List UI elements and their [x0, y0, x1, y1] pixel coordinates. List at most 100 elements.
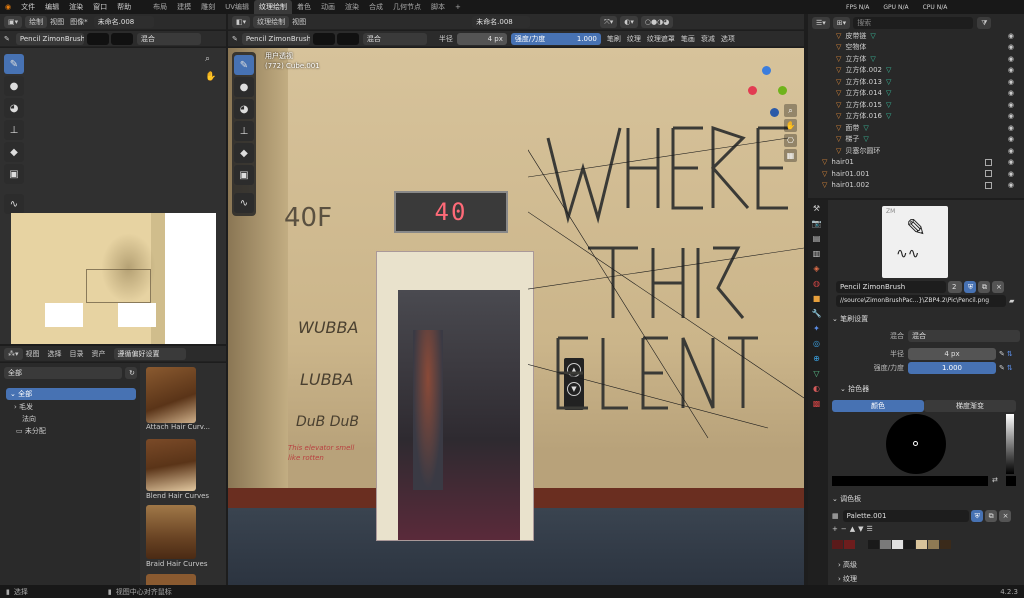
visibility-icon[interactable]: ◉	[1008, 124, 1014, 132]
color-picker-section[interactable]: ⌄ 拾色器	[840, 382, 869, 396]
value-slider[interactable]	[1006, 414, 1014, 474]
viewport-color-swatch-2[interactable]	[336, 32, 359, 45]
palette-add-icon[interactable]: +	[832, 525, 838, 533]
mask-tool-icon[interactable]: ▣	[4, 164, 24, 184]
radius-field[interactable]: 4 px	[908, 348, 996, 360]
menu-falloff[interactable]: 衰减	[701, 34, 715, 44]
brush-image-path[interactable]: //source\ZimonBrushPac...}\ZBP4.2\Pic\Pe…	[836, 295, 1006, 307]
menu-stroke[interactable]: 笔画	[681, 34, 695, 44]
viewport-radius-field[interactable]: 4 px	[456, 32, 507, 45]
radius-unit-icon[interactable]: ⇅	[1007, 350, 1013, 358]
texture-tab-icon[interactable]: ▩	[810, 397, 823, 410]
gizmo-toggle[interactable]: ⤧▾	[600, 15, 618, 28]
scene-tab-icon[interactable]: ◈	[810, 262, 823, 275]
outliner-row[interactable]: ▽ 贝塞尔圆环 ◉	[808, 145, 1024, 157]
visibility-icon[interactable]: ◉	[1008, 43, 1014, 51]
viewport-view-menu[interactable]: 视图	[292, 17, 306, 27]
vp-camera-icon[interactable]: ⎔	[784, 134, 797, 147]
tab-scripting[interactable]: 脚本	[426, 0, 450, 14]
palette-swatch[interactable]	[868, 540, 879, 549]
visibility-icon[interactable]: ◉	[1008, 66, 1014, 74]
menu-edit[interactable]: 编辑	[40, 0, 64, 14]
outliner-row[interactable]: ▽ hair01.001 ◉	[808, 168, 1024, 180]
constraint-tab-icon[interactable]: ⊕	[810, 352, 823, 365]
color-tab[interactable]: 颜色	[832, 400, 924, 412]
menu-options[interactable]: 选项	[721, 34, 735, 44]
palette-fake-user-icon[interactable]: ⛨	[970, 510, 983, 522]
outliner-row[interactable]: ▽ 皮带链 ▽ ◉	[808, 30, 1024, 42]
visibility-icon[interactable]: ◉	[1008, 147, 1014, 155]
outliner-search-field[interactable]: 搜索	[853, 16, 974, 29]
viewport-editor-type-button[interactable]: ◧▾	[232, 15, 251, 28]
brush-users-count[interactable]: 2	[948, 281, 962, 293]
visibility-icon[interactable]: ◉	[1008, 32, 1014, 40]
image-name-field[interactable]: 未命名.008	[93, 15, 154, 28]
visibility-icon[interactable]: ◉	[1008, 101, 1014, 109]
menu-texture-mask[interactable]: 纹理遮罩	[647, 34, 675, 44]
shading-modes[interactable]: ○●◑◕	[640, 15, 674, 28]
viewport-image-name[interactable]: 未命名.008	[472, 15, 531, 28]
menu-help[interactable]: 帮助	[112, 0, 136, 14]
tab-sculpting[interactable]: 雕刻	[196, 0, 220, 14]
palette-swatch[interactable]	[832, 540, 843, 549]
strength-pressure-icon[interactable]: ✎	[999, 364, 1005, 372]
asset-menu-catalog[interactable]: 目录	[70, 349, 84, 359]
tab-modeling[interactable]: 建模	[172, 0, 196, 14]
outliner-row[interactable]: ▽ 面带 ▽ ◉	[808, 122, 1024, 134]
folder-icon[interactable]: ▰	[1009, 297, 1014, 305]
checkbox-icon[interactable]	[985, 158, 992, 166]
tab-texture-paint[interactable]: 纹理绘制	[254, 0, 293, 14]
world-tab-icon[interactable]: ◍	[810, 277, 823, 290]
secondary-color-swatch[interactable]	[1006, 476, 1016, 486]
palette-name-field[interactable]: Palette.001	[842, 510, 969, 522]
brush-selector[interactable]: Pencil ZimonBrush	[15, 32, 84, 45]
outliner-display-mode[interactable]: ⊞▾	[832, 16, 851, 29]
render-tab-icon[interactable]: 📷	[810, 217, 823, 230]
color-swatch-2[interactable]	[110, 32, 133, 45]
asset-editor-type-button[interactable]: ⁂▾	[4, 347, 23, 360]
menu-window[interactable]: 窗口	[88, 0, 112, 14]
gizmo-y-axis[interactable]	[778, 86, 787, 95]
vp-mask-tool-icon[interactable]: ▣	[234, 165, 254, 185]
brush-name-field[interactable]: Pencil ZimonBrush	[836, 281, 946, 293]
visibility-icon[interactable]: ◉	[1008, 158, 1014, 166]
gizmo-x-axis[interactable]	[748, 86, 757, 95]
outliner-row[interactable]: ▽ 立方体.015 ▽ ◉	[808, 99, 1024, 111]
menu-texture[interactable]: 纹理	[627, 34, 641, 44]
refresh-icon[interactable]: ↻	[125, 367, 137, 379]
tab-uv-editing[interactable]: UV编辑	[220, 0, 254, 14]
palette-swatch[interactable]	[856, 540, 867, 549]
draw-tool-icon[interactable]: ✎	[4, 54, 24, 74]
vp-smear-tool-icon[interactable]: ◕	[234, 99, 254, 119]
3d-viewport[interactable]: 40 ▲ ▼ 40F WUBBA LUBBA DuB DuB This elev…	[228, 48, 804, 585]
modifier-tab-icon[interactable]: 🔧	[810, 307, 823, 320]
palette-swatch[interactable]	[928, 540, 939, 549]
tab-animation[interactable]: 动画	[316, 0, 340, 14]
pressure-icon[interactable]: ✎	[999, 350, 1005, 358]
strength-slider[interactable]: 1.000	[908, 362, 996, 374]
visibility-icon[interactable]: ◉	[1008, 89, 1014, 97]
palette-swatch[interactable]	[940, 540, 951, 549]
texture-section[interactable]: › 纹理	[838, 572, 857, 586]
asset-filter-dropdown[interactable]: 全部	[4, 367, 122, 379]
outliner-row[interactable]: ▽ 立方体.013 ▽ ◉	[808, 76, 1024, 88]
overlay-toggle[interactable]: ◐▾	[620, 15, 638, 28]
outliner-row[interactable]: ▽ 立方体.016 ▽ ◉	[808, 111, 1024, 123]
zoom-icon[interactable]: ⌕	[205, 54, 210, 64]
brush-preview[interactable]: ZM ✎ ∿∿	[882, 206, 948, 278]
tab-rendering[interactable]: 渲染	[340, 0, 364, 14]
vp-grid-icon[interactable]: ▦	[784, 149, 797, 162]
outliner-row[interactable]: ▽ 立方体.014 ▽ ◉	[808, 88, 1024, 100]
vp-clone-tool-icon[interactable]: ⊥	[234, 121, 254, 141]
asset-menu-asset[interactable]: 资产	[92, 349, 106, 359]
catalog-item-unassigned[interactable]: ▭ 未分配	[16, 425, 46, 437]
asset-thumb-blend-hair[interactable]	[146, 439, 196, 491]
color-wheel[interactable]	[886, 414, 946, 474]
vp-pan-icon[interactable]: ✋	[784, 119, 797, 132]
vp-draw-tool-icon[interactable]: ✎	[234, 55, 254, 75]
visibility-icon[interactable]: ◉	[1008, 135, 1014, 143]
palette-sort-icon[interactable]: ☰	[867, 525, 873, 533]
viewport-strength-slider[interactable]: 强度/力度 1.000	[510, 32, 601, 45]
checkbox-icon[interactable]	[985, 181, 992, 189]
brush-settings-section[interactable]: ⌄ 笔刷设置	[832, 312, 868, 326]
